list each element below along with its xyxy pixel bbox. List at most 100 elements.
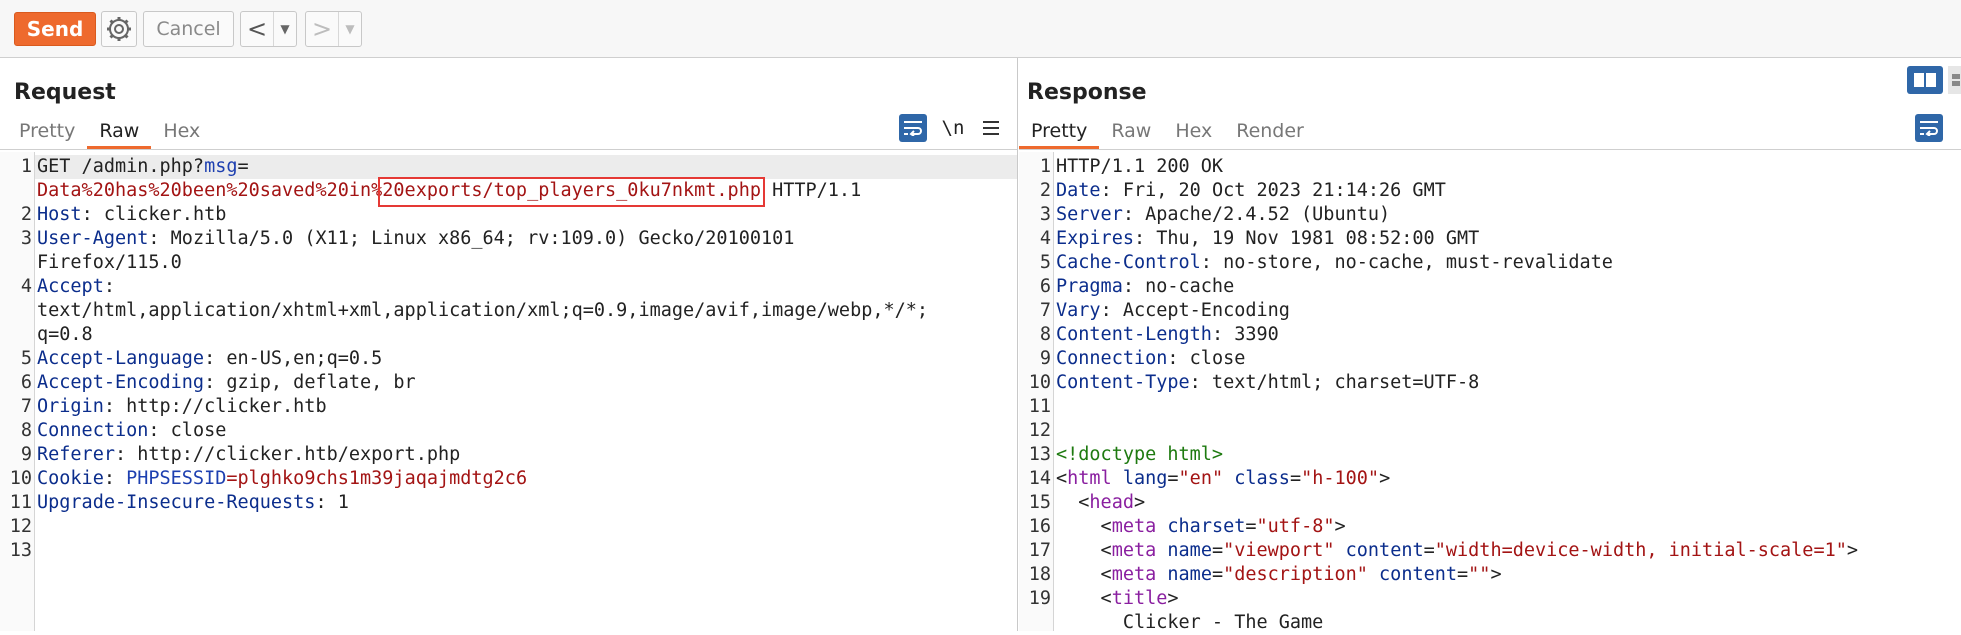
code-line: Clicker - The Game [1019,611,1961,635]
layout-toggle-button[interactable] [1907,66,1943,94]
line-number: 14 [1028,468,1051,489]
code-line: 4 Expires: Thu, 19 Nov 1981 08:52:00 GMT [1019,227,1961,251]
html-punct: > [1846,540,1858,561]
response-pane: Response Pretty Raw Hex Render 1 HTTP/1.1… [1019,58,1961,633]
html-punct: > [1167,588,1179,609]
line-text: Content-Length: 3390 [1056,323,1279,347]
header-value: : text/html; charset=UTF-8 [1189,372,1480,393]
line-text: User-Agent: Mozilla/5.0 (X11; Linux x86_… [37,227,794,251]
code-line: 17 <meta name="viewport" content="width=… [1019,539,1961,563]
tab-pretty[interactable]: Pretty [7,116,87,146]
line-text: Accept-Encoding: gzip, deflate, br [37,371,416,395]
word-wrap-icon [904,121,922,136]
line-number: 1 [20,156,32,177]
line-number: 4 [20,276,32,297]
header-name: GET /admin.php? [37,156,205,177]
line-number: 8 [1039,324,1051,345]
html-punct [1156,564,1167,585]
response-editor[interactable]: 1 HTTP/1.1 200 OK 2 Date: Fri, 20 Oct 2023 … [1019,152,1961,633]
html-punct: = [1457,564,1469,585]
html-attr: lang [1122,468,1168,489]
back-history-dropdown[interactable]: ▼ [273,12,296,46]
tab-pretty[interactable]: Pretty [1019,116,1100,149]
line-number: 10 [9,468,32,489]
line-number: 9 [20,444,32,465]
line-number: 7 [1039,300,1051,321]
tab-raw[interactable]: Raw [1099,116,1163,146]
line-number: 11 [1028,396,1051,417]
tab-render[interactable]: Render [1224,116,1316,146]
html-punct: = [1211,564,1224,585]
header-value: : close [148,420,227,441]
line-number: 3 [20,228,32,249]
code-line: q=0.8 [0,323,1017,347]
layout-alt-button[interactable] [1948,66,1961,94]
line-text: Clicker - The Game [1056,611,1324,635]
code-line: 6 Pragma: no-cache [1019,275,1961,299]
html-string: "h-100" [1301,468,1380,489]
code-line: 9 Connection: close [1019,347,1961,371]
stacked-view-icon [1951,74,1960,86]
line-text: Date: Fri, 20 Oct 2023 21:14:26 GMT [1056,179,1446,203]
code-line: 13 <!doctype html> [1019,443,1961,467]
html-tag: title [1111,588,1168,609]
param-name: PHPSESSID [126,468,227,489]
html-punct [1223,468,1234,489]
back-button[interactable]: < [241,12,273,46]
line-number: 5 [1039,252,1051,273]
request-editor[interactable]: 1 GET /admin.php?msg= Data%20has%20been%20… [0,152,1017,631]
settings-button[interactable] [101,11,137,47]
code-line: 3 User-Agent: Mozilla/5.0 (X11; Linux x86… [0,227,1017,251]
line-text: Referer: http://clicker.htb/export.php [37,443,460,467]
line-text: HTTP/1.1 200 OK [1056,155,1223,179]
header-name: Host [37,204,82,225]
code-line: 12 [1019,419,1961,443]
tab-raw[interactable]: Raw [87,116,152,149]
header-name: User-Agent [37,228,149,249]
html-tag: head [1089,492,1134,513]
tab-hex[interactable]: Hex [1163,116,1224,146]
header-value: Firefox/115.0 [37,252,182,273]
html-string: "" [1468,564,1491,585]
line-text: Firefox/115.0 [37,251,182,275]
word-wrap-button[interactable] [899,114,927,142]
code-line: 3 Server: Apache/2.4.52 (Ubuntu) [1019,203,1961,227]
forward-button[interactable]: > [306,12,338,46]
tab-hex[interactable]: Hex [151,116,212,146]
html-punct [1156,540,1167,561]
doctype-token: <!doctype html> [1056,444,1224,465]
header-name: Server [1056,204,1123,225]
line-text: Vary: Accept-Encoding [1056,299,1290,323]
html-attr: name [1167,564,1212,585]
line-number: 10 [1028,372,1051,393]
line-text: Upgrade-Insecure-Requests: 1 [37,491,349,515]
header-value: : clicker.htb [81,204,227,225]
html-punct: < [1056,516,1112,537]
line-number: 6 [1039,276,1051,297]
line-text: Pragma: no-cache [1056,275,1234,299]
header-value: : Fri, 20 Oct 2023 21:14:26 GMT [1100,180,1446,201]
code-line: 11 Upgrade-Insecure-Requests: 1 [0,491,1017,515]
header-name: Accept [37,276,104,297]
menu-button[interactable] [978,114,1004,142]
html-punct: Clicker - The Game [1056,612,1324,633]
code-line: 1 GET /admin.php?msg= [0,155,1017,179]
line-text: Server: Apache/2.4.52 (Ubuntu) [1056,203,1390,227]
code-line: 18 <meta name="description" content=""> [1019,563,1961,587]
send-button[interactable]: Send [14,12,96,46]
line-number: 6 [20,372,32,393]
code-line: 6 Accept-Encoding: gzip, deflate, br [0,371,1017,395]
word-wrap-button[interactable] [1915,114,1943,142]
line-text: q=0.8 [37,323,93,347]
header-name: Content-Length [1056,324,1212,345]
show-newlines-button[interactable]: \n [940,114,966,142]
code-line: 16 <meta charset="utf-8"> [1019,515,1961,539]
forward-history-dropdown[interactable]: ▼ [338,12,361,46]
line-text: Connection: close [37,419,226,443]
cancel-button[interactable]: Cancel [143,11,234,47]
line-number: 18 [1028,564,1051,585]
code-line: 9 Referer: http://clicker.htb/export.php [0,443,1017,467]
line-number: 12 [9,516,32,537]
word-wrap-icon [1920,121,1938,136]
line-number: 17 [1028,540,1051,561]
